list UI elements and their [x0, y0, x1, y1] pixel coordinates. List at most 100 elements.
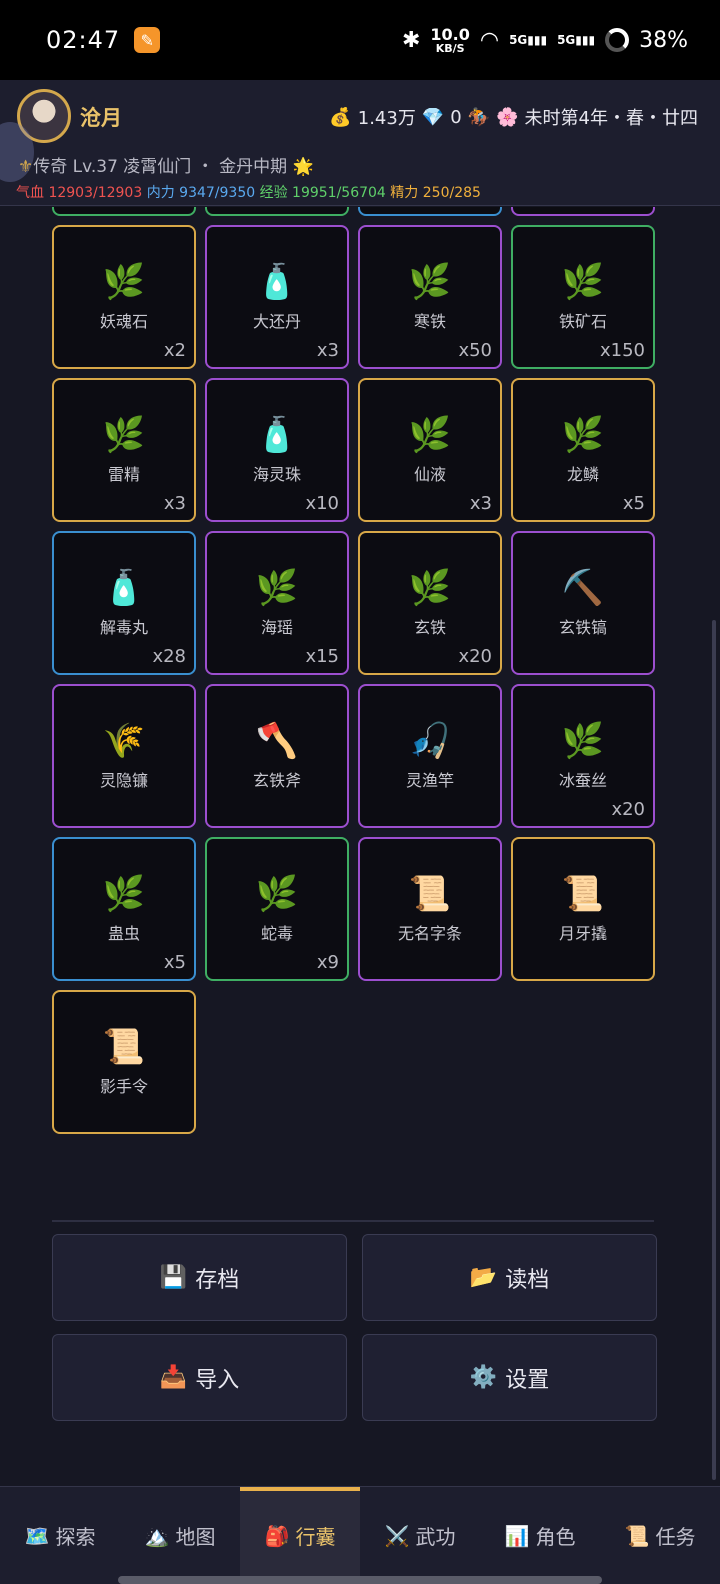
signal-2: 5G▮▮▮: [557, 33, 596, 47]
inventory-item[interactable]: 🌿灵草x150: [358, 207, 502, 216]
battery-icon: [605, 28, 630, 52]
inventory-item[interactable]: 🧴金创药x83: [52, 207, 196, 216]
scroll-icon: 📜: [561, 874, 605, 914]
item-label: 海灵珠: [252, 465, 301, 484]
herb-icon: 🌿: [255, 568, 299, 608]
inventory-item[interactable]: 🧴回气丸x43: [205, 207, 349, 216]
inventory-item[interactable]: 🌿 海瑶 x15: [205, 531, 349, 675]
fleur-icon: ⚜: [18, 157, 34, 177]
player-stats: 气血 12903/12903 内力 9347/9350 经验 19951/567…: [16, 182, 481, 202]
item-quantity: x9: [316, 952, 339, 973]
item-quantity: x20: [458, 646, 492, 667]
hp-stat: 气血 12903/12903: [16, 185, 143, 201]
inventory-item[interactable]: 🌿天材x20: [511, 207, 655, 216]
load-button[interactable]: 📂 读档: [362, 1234, 657, 1321]
inventory-item[interactable]: 🧴 大还丹 x3: [205, 225, 349, 369]
potion-icon: 🧴: [255, 415, 299, 455]
gear-icon: ⚙️: [469, 1365, 498, 1390]
herb-icon: 🌿: [102, 415, 146, 455]
inventory-item[interactable]: 🌿 铁矿石 x150: [511, 225, 655, 369]
battery-percent: 38%: [639, 27, 688, 53]
tab-map[interactable]: 🏔️ 地图: [120, 1487, 240, 1584]
item-label: 灵渔竿: [405, 771, 454, 790]
scroll-icon: 📜: [102, 1027, 146, 1067]
item-label: 蛇毒: [260, 924, 293, 943]
item-label: 无名字条: [397, 924, 462, 943]
currency-bar: 💰 1.43万 💎 0 🏇 🌸 未时第4年・春・廿四: [329, 104, 698, 130]
mountain-icon: 🏔️: [144, 1523, 170, 1548]
inventory-item[interactable]: 🧴 海灵珠 x10: [205, 378, 349, 522]
exp-stat: 经验 19951/56704: [259, 185, 386, 201]
inventory-item[interactable]: 📜 影手令: [52, 990, 196, 1134]
bluetooth-icon: ✱: [401, 27, 421, 53]
item-quantity: x50: [458, 340, 492, 361]
item-label: 寒铁: [413, 312, 446, 331]
item-label: 月牙撬: [558, 924, 607, 943]
money-value: 1.43万: [357, 108, 416, 129]
item-label: 影手令: [99, 1077, 148, 1096]
player-header: 沧月 💰 1.43万 💎 0 🏇 🌸 未时第4年・春・廿四 ⚜传奇 Lv.37 …: [0, 80, 720, 206]
herb-icon: 🌿: [102, 874, 146, 914]
item-label: 灵隐镰: [99, 771, 148, 790]
item-label: 玄铁斧: [252, 771, 301, 790]
scroll-icon: 📜: [408, 874, 452, 914]
divider: [52, 1220, 654, 1222]
inventory-item[interactable]: 🌿 蛊虫 x5: [52, 837, 196, 981]
tab-martial[interactable]: ⚔️ 武功: [360, 1487, 480, 1584]
inventory-item[interactable]: 🌿 仙液 x3: [358, 378, 502, 522]
folder-icon: 📂: [469, 1265, 498, 1290]
floppy-icon: 💾: [159, 1265, 188, 1290]
blossom-icon: 🌸: [496, 106, 519, 128]
inventory-item[interactable]: 📜 无名字条: [358, 837, 502, 981]
inventory-item[interactable]: 🌿 雷精 x3: [52, 378, 196, 522]
import-button[interactable]: 📥 导入: [52, 1334, 347, 1421]
tab-character[interactable]: 📊 角色: [480, 1487, 600, 1584]
tab-quests[interactable]: 📜 任务: [600, 1487, 720, 1584]
herb-icon: 🌿: [255, 874, 299, 914]
item-label: 铁矿石: [558, 312, 607, 331]
item-quantity: x3: [163, 493, 186, 514]
scrollbar[interactable]: [712, 620, 716, 1480]
inventory-item[interactable]: ⛏️ 玄铁镐: [511, 531, 655, 675]
home-indicator[interactable]: [118, 1576, 602, 1584]
pickaxe-icon: ⛏️: [561, 568, 605, 608]
axe-icon: 🪓: [255, 721, 299, 761]
player-name: 沧月: [80, 106, 122, 130]
inventory-item[interactable]: 🧴 解毒丸 x28: [52, 531, 196, 675]
inventory-item[interactable]: 🌿 龙鳞 x5: [511, 378, 655, 522]
item-quantity: x83: [152, 207, 186, 208]
tab-bag[interactable]: 🎒 行囊: [240, 1487, 360, 1584]
inventory-item[interactable]: 🎣 灵渔竿: [358, 684, 502, 828]
wifi-icon: ◠: [479, 27, 500, 53]
settings-button[interactable]: ⚙️ 设置: [362, 1334, 657, 1421]
item-quantity: x43: [305, 207, 339, 208]
inventory-item[interactable]: 🌿 冰蚕丝 x20: [511, 684, 655, 828]
inventory-item[interactable]: 🌿 玄铁 x20: [358, 531, 502, 675]
item-label: 冰蚕丝: [558, 771, 607, 790]
inventory-item[interactable]: 🌿 蛇毒 x9: [205, 837, 349, 981]
item-label: 玄铁: [413, 618, 446, 637]
tab-explore[interactable]: 🗺️ 探索: [0, 1487, 120, 1584]
herb-icon: 🌿: [408, 415, 452, 455]
game-date: 未时第4年・春・廿四: [524, 108, 698, 129]
star-icon: 🌟: [292, 157, 314, 177]
inventory-item[interactable]: 🌿 寒铁 x50: [358, 225, 502, 369]
app-notification-icon: ✎: [134, 27, 161, 53]
item-label: 龙鳞: [566, 465, 599, 484]
herb-icon: 🌿: [561, 721, 605, 761]
item-quantity: x10: [305, 493, 339, 514]
save-button[interactable]: 💾 存档: [52, 1234, 347, 1321]
item-label: 蛊虫: [107, 924, 140, 943]
item-label: 妖魂石: [99, 312, 148, 331]
item-label: 解毒丸: [99, 618, 148, 637]
sickle-icon: 🌾: [102, 721, 146, 761]
inventory-item[interactable]: 🌿 妖魂石 x2: [52, 225, 196, 369]
inventory-item[interactable]: 🌾 灵隐镰: [52, 684, 196, 828]
item-quantity: x2: [163, 340, 186, 361]
inventory-item[interactable]: 🪓 玄铁斧: [205, 684, 349, 828]
inventory-item[interactable]: 📜 月牙撬: [511, 837, 655, 981]
crossed-swords-icon: ⚔️: [384, 1523, 410, 1548]
signal-1: 5G▮▮▮: [509, 33, 548, 47]
item-quantity: x150: [447, 207, 492, 208]
clock: 02:47: [46, 26, 121, 54]
